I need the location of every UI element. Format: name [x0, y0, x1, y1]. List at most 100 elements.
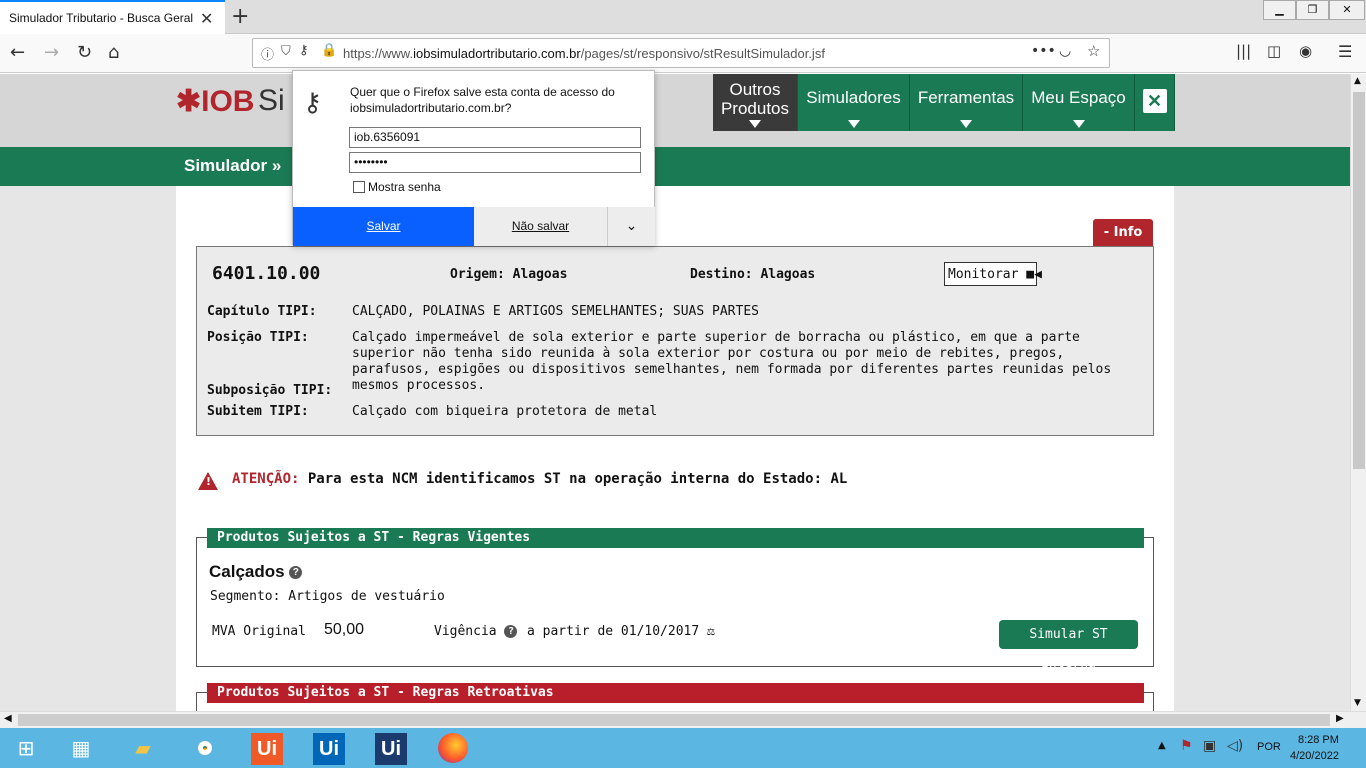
warning-mark: !	[206, 475, 212, 488]
scroll-right-icon[interactable]: ▶	[1336, 713, 1344, 724]
vigencia-label: Vigência ?	[434, 624, 518, 639]
vigentes-box: Produtos Sujeitos a ST - Regras Vigentes…	[196, 528, 1154, 671]
vertical-scrollbar[interactable]: ▲ ▼	[1350, 74, 1366, 711]
origem: Origem: Alagoas	[450, 267, 568, 282]
taskbar: ⊞ ▦ ▰ Ui Ui Ui ▲ ⚑ ▣ ◁) POR 8:28 PM 4/20/…	[0, 728, 1366, 768]
tab-title: Simulador Tributario - Busca Geral	[9, 11, 194, 25]
h-scroll-thumb[interactable]	[18, 714, 1330, 726]
vigencia-value: a partir de 01/10/2017 ⚖	[527, 624, 715, 639]
url-bar[interactable]: ⓘ ⛉ ⚷ 🔒 https://www.iobsimuladortributar…	[252, 38, 1110, 68]
server-manager-icon[interactable]: ▦	[55, 728, 107, 768]
password-field[interactable]: ••••••••	[349, 152, 641, 173]
save-button[interactable]: Salvar	[293, 207, 474, 246]
nav-ferramentas[interactable]: Ferramentas	[910, 74, 1023, 131]
info-tab[interactable]: - Info	[1093, 219, 1153, 246]
file-explorer-icon[interactable]: ▰	[117, 728, 169, 768]
subitem-label: Subitem TIPI:	[207, 404, 309, 419]
popup-message: Quer que o Firefox salve esta conta de a…	[350, 85, 615, 115]
tab-strip: Simulador Tributario - Busca Geral ✕ + ▁…	[0, 0, 1366, 34]
scroll-thumb[interactable]	[1353, 92, 1365, 469]
sidebar-icon[interactable]: ◫	[1267, 42, 1281, 60]
video-camera-icon: ■◀	[1026, 267, 1042, 282]
posicao-label: Posição TIPI:	[207, 330, 309, 345]
ncm-card: 6401.10.00 Origem: Alagoas Destino: Alag…	[196, 246, 1154, 436]
vigentes-header: Produtos Sujeitos a ST - Regras Vigentes	[207, 528, 1144, 548]
clock[interactable]: 8:28 PM 4/20/2022	[1290, 732, 1339, 764]
mva-value: 50,00	[324, 621, 365, 638]
save-login-popup: ⚷ Quer que o Firefox salve esta conta de…	[292, 70, 655, 246]
posicao-value: Calçado impermeável de sola exterior e p…	[352, 330, 1112, 393]
minimize-button[interactable]: ▁	[1263, 0, 1296, 20]
username-field[interactable]: iob.6356091	[349, 127, 641, 148]
subitem-value: Calçado com biqueira protetora de metal	[352, 404, 658, 419]
key-icon: ⚷	[303, 88, 323, 118]
subposicao-label: Subposição TIPI:	[207, 383, 333, 398]
nav-meu-espaco[interactable]: Meu Espaço	[1023, 74, 1135, 131]
content-panel: - Info 6401.10.00 Origem: Alagoas Destin…	[176, 186, 1174, 711]
retroativas-header: Produtos Sujeitos a ST - Regras Retroati…	[207, 683, 1144, 703]
monitor-button[interactable]: Monitorar ■◀	[944, 262, 1042, 286]
product-title: Calçados ?	[209, 562, 303, 582]
close-tab-icon[interactable]: ✕	[200, 9, 213, 28]
iob-logo[interactable]: ✱IOB	[176, 84, 254, 119]
breadcrumb-bar: Simulador »	[0, 147, 1350, 186]
warning-message: ATENÇÃO: Para esta NCM identificamos ST …	[232, 471, 848, 487]
info-icon[interactable]: ⓘ	[261, 44, 274, 63]
simular-st-interna-button[interactable]: Simular ST Interna	[999, 620, 1138, 671]
excel-icon[interactable]: ✕	[1135, 74, 1175, 131]
tray-alert-icon[interactable]: ⚑	[1180, 738, 1193, 754]
mva-label: MVA Original	[212, 624, 306, 639]
home-icon[interactable]: ⌂	[108, 42, 119, 63]
page: ✱IOB Si Outros Produtos Simuladores Ferr…	[0, 74, 1350, 711]
windows-start-icon[interactable]: ⊞	[0, 728, 52, 768]
capitulo-label: Capítulo TIPI:	[207, 304, 317, 319]
language-indicator[interactable]: POR	[1257, 741, 1281, 753]
network-icon[interactable]: ▣	[1203, 738, 1216, 754]
nav-bar: ← → ↻ ⌂ ⓘ ⛉ ⚷ 🔒 https://www.iobsimulador…	[0, 34, 1366, 73]
page-actions-icon[interactable]: •••	[1031, 43, 1056, 59]
dont-save-button[interactable]: Não salvar	[474, 207, 608, 246]
reload-icon[interactable]: ↻	[77, 42, 92, 63]
uipath-orchestrator-icon[interactable]: Ui	[365, 728, 417, 768]
scroll-down-icon[interactable]: ▼	[1354, 698, 1361, 708]
forward-icon[interactable]: →	[44, 42, 59, 63]
breadcrumb[interactable]: Simulador »	[184, 156, 281, 176]
account-icon[interactable]: ◉	[1299, 42, 1312, 60]
chevron-down-icon[interactable]: ⌄	[608, 207, 655, 246]
retroativas-box: Produtos Sujeitos a ST - Regras Retroati…	[196, 683, 1154, 711]
segmento: Segmento: Artigos de vestuário	[210, 589, 445, 604]
tray-expand-icon[interactable]: ▲	[1158, 740, 1166, 751]
site-header: ✱IOB Si Outros Produtos Simuladores Ferr…	[0, 74, 1350, 147]
show-password-checkbox[interactable]: Mostra senha	[353, 180, 441, 194]
firefox-icon[interactable]	[427, 728, 479, 768]
scroll-up-icon[interactable]: ▲	[1354, 76, 1361, 86]
library-icon[interactable]: |||	[1236, 42, 1251, 60]
nav-outros-produtos[interactable]: Outros Produtos	[713, 74, 798, 131]
help-icon[interactable]: ?	[289, 566, 303, 580]
nav-simuladores[interactable]: Simuladores	[798, 74, 910, 131]
logo-text: Si	[258, 84, 285, 117]
chrome-icon[interactable]	[179, 728, 231, 768]
pocket-icon[interactable]: ◡	[1059, 43, 1071, 59]
back-icon[interactable]: ←	[10, 42, 25, 63]
bookmark-star-icon[interactable]: ☆	[1087, 42, 1100, 60]
scale-icon[interactable]: ⚖	[707, 624, 715, 639]
new-tab-icon[interactable]: +	[231, 4, 249, 29]
capitulo-value: CALÇADO, POLAINAS E ARTIGOS SEMELHANTES;…	[352, 304, 759, 319]
horizontal-scrollbar[interactable]: ◀ ▶	[0, 711, 1366, 728]
restore-button[interactable]: ❐	[1296, 0, 1329, 20]
volume-icon[interactable]: ◁)	[1227, 738, 1243, 754]
close-window-button[interactable]: ✕	[1329, 0, 1365, 20]
ncm-code: 6401.10.00	[212, 263, 321, 284]
url-text: https://www.iobsimuladortributario.com.b…	[343, 46, 825, 61]
uipath-studio-icon[interactable]: Ui	[241, 728, 293, 768]
key-icon[interactable]: ⚷	[299, 43, 309, 58]
vigencia-help-icon[interactable]: ?	[504, 625, 518, 638]
lock-icon[interactable]: 🔒	[321, 43, 337, 58]
menu-icon[interactable]: ☰	[1338, 42, 1352, 61]
browser-tab[interactable]: Simulador Tributario - Busca Geral ✕	[0, 0, 225, 34]
scroll-left-icon[interactable]: ◀	[4, 713, 12, 724]
shield-icon[interactable]: ⛉	[281, 44, 291, 59]
uipath-robot-icon[interactable]: Ui	[303, 728, 355, 768]
destino: Destino: Alagoas	[690, 267, 816, 282]
